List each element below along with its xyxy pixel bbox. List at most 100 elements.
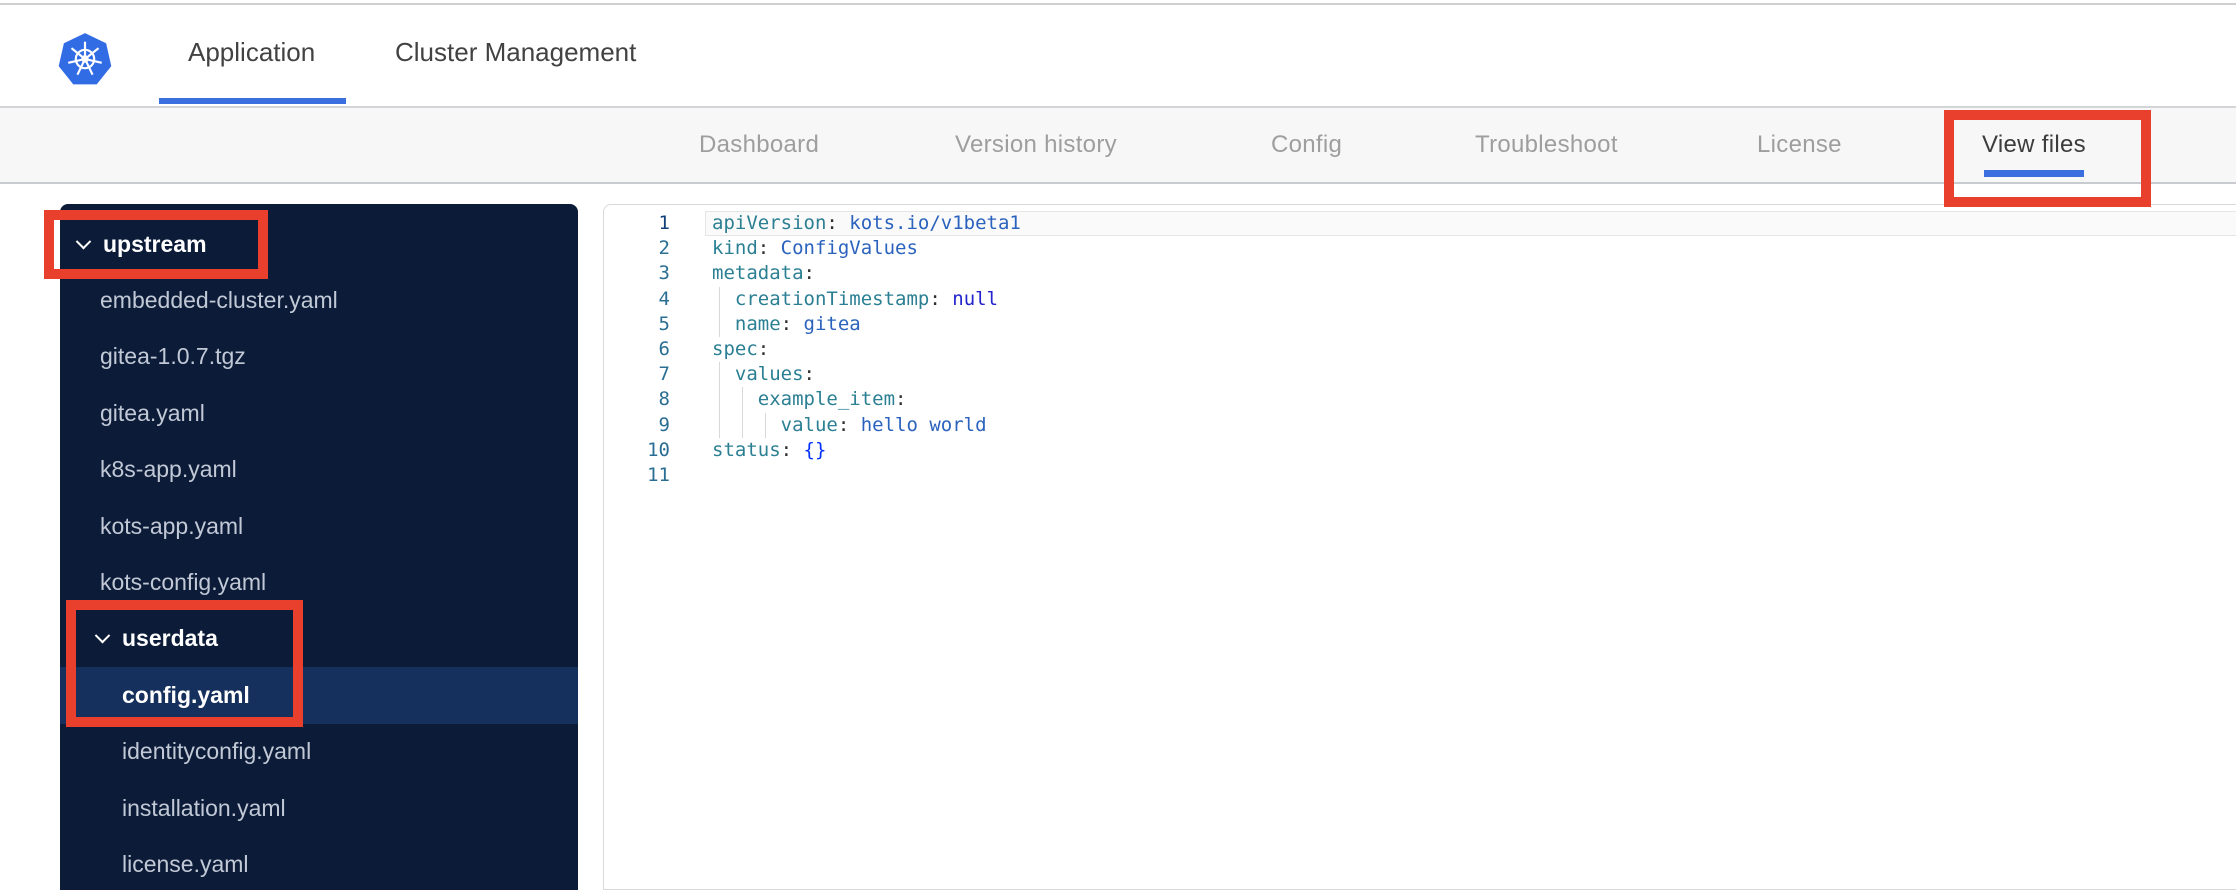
tree-item-label: upstream: [103, 230, 207, 257]
tab-cluster-management[interactable]: Cluster Management: [395, 5, 636, 99]
code-token: null: [952, 287, 999, 310]
tree-item-label: installation.yaml: [122, 794, 286, 821]
code-line: 6 spec:: [604, 337, 2236, 362]
kubernetes-logo-icon: [58, 33, 112, 85]
indent-guide: [742, 387, 743, 413]
code-line-content[interactable]: kind: ConfigValues: [705, 236, 2236, 261]
code-line-content[interactable]: apiVersion: kots.io/v1beta1: [705, 211, 2236, 237]
code-line-content[interactable]: spec:: [705, 337, 2236, 362]
tree-item-label: gitea-1.0.7.tgz: [100, 343, 246, 370]
code-line-content[interactable]: value: hello world: [705, 412, 2236, 438]
tree-file-embedded-cluster.yaml[interactable]: embedded-cluster.yaml: [60, 272, 578, 328]
line-number[interactable]: 4: [604, 287, 670, 312]
code-token: {}: [803, 438, 827, 461]
tree-file-config.yaml[interactable]: config.yaml: [60, 667, 578, 724]
code-token: ConfigValues: [780, 237, 918, 260]
tree-item-label: identityconfig.yaml: [122, 738, 312, 765]
code-line: 2 kind: ConfigValues: [604, 236, 2236, 261]
code-token: :: [895, 388, 907, 411]
line-number[interactable]: 5: [604, 312, 670, 337]
code-line: 10 status: {}: [604, 438, 2236, 463]
tab-application[interactable]: Application: [158, 5, 347, 104]
line-number[interactable]: 2: [604, 236, 670, 261]
line-number[interactable]: 8: [604, 387, 670, 412]
tree-item-label: kots-app.yaml: [100, 512, 244, 539]
code-line-content[interactable]: creationTimestamp: null: [705, 286, 2236, 312]
tree-item-label: license.yaml: [122, 850, 249, 877]
tree-folder-upstream[interactable]: upstream: [60, 216, 578, 272]
code-token: creationTimestamp: [734, 287, 930, 310]
tab-troubleshoot[interactable]: Troubleshoot: [1475, 108, 1618, 182]
code-line: 8 example_item:: [604, 387, 2236, 413]
tree-item-label: userdata: [122, 625, 218, 652]
code-token: gitea: [803, 312, 861, 335]
chevron-down-icon: [94, 628, 111, 644]
code-line-content[interactable]: [705, 463, 2236, 488]
code-token: kind: [712, 237, 758, 260]
code-token: :: [803, 363, 815, 386]
tree-file-license.yaml[interactable]: license.yaml: [60, 836, 578, 890]
indent-guide: [719, 286, 720, 312]
code-token: :: [757, 237, 781, 260]
code-token: :: [780, 438, 804, 461]
indent-guide: [765, 412, 766, 438]
tree-file-k8s-app.yaml[interactable]: k8s-app.yaml: [60, 442, 578, 498]
code-line: 4 creationTimestamp: null: [604, 286, 2236, 312]
tab-license[interactable]: License: [1757, 108, 1842, 182]
code-line-content[interactable]: status: {}: [705, 438, 2236, 463]
code-token: :: [929, 287, 953, 310]
indent-guide: [719, 362, 720, 388]
code-token: status: [712, 438, 781, 461]
line-number[interactable]: 3: [604, 261, 670, 286]
line-number[interactable]: 1: [604, 211, 670, 236]
chevron-down-icon: [75, 233, 92, 250]
code-line-content[interactable]: metadata:: [705, 261, 2236, 286]
code-token: metadata: [712, 262, 804, 285]
yaml-code-editor: 1 apiVersion: kots.io/v1beta1 2 kind: Confi…: [603, 204, 2236, 890]
code-token: kots.io/v1beta1: [849, 212, 1021, 234]
code-line: 9 value: hello world: [604, 412, 2236, 438]
code-token: apiVersion: [712, 212, 827, 234]
code-token: :: [757, 337, 770, 360]
tree-file-kots-config.yaml[interactable]: kots-config.yaml: [60, 554, 578, 610]
code-token: name: [734, 312, 781, 335]
line-number[interactable]: 11: [604, 463, 670, 488]
code-token: value: [780, 413, 838, 436]
code-token: :: [803, 262, 815, 285]
app-header: Application Cluster Management: [0, 5, 2236, 106]
tree-file-gitea.yaml[interactable]: gitea.yaml: [60, 385, 578, 441]
code-line-content[interactable]: values:: [705, 362, 2236, 388]
line-number[interactable]: 9: [604, 413, 670, 438]
kots-admin-console: Application Cluster Management Dashboard…: [0, 0, 2236, 890]
line-number[interactable]: 10: [604, 438, 670, 463]
code-line: 11: [604, 463, 2236, 488]
tree-file-identityconfig.yaml[interactable]: identityconfig.yaml: [60, 724, 578, 780]
line-number[interactable]: 6: [604, 337, 670, 362]
code-line: 7 values:: [604, 362, 2236, 388]
code-token: spec: [712, 337, 758, 360]
tab-view-files[interactable]: View files: [1982, 108, 2086, 182]
tree-file-kots-app.yaml[interactable]: kots-app.yaml: [60, 498, 578, 554]
code-line-content[interactable]: example_item:: [705, 387, 2236, 413]
code-line: 1 apiVersion: kots.io/v1beta1: [604, 211, 2236, 237]
tree-item-label: k8s-app.yaml: [100, 456, 237, 483]
line-number[interactable]: 7: [604, 362, 670, 387]
tree-item-label: gitea.yaml: [100, 399, 205, 426]
tab-config[interactable]: Config: [1271, 108, 1342, 182]
tab-version-history[interactable]: Version history: [955, 108, 1117, 182]
tree-file-gitea-1.0.7.tgz[interactable]: gitea-1.0.7.tgz: [60, 329, 578, 385]
code-line-content[interactable]: name: gitea: [705, 311, 2236, 337]
file-tree-sidebar: upstream embedded-cluster.yaml gitea-1.0.7…: [60, 204, 578, 890]
tree-file-installation.yaml[interactable]: installation.yaml: [60, 780, 578, 836]
code-line: 5 name: gitea: [604, 311, 2236, 337]
tab-dashboard[interactable]: Dashboard: [699, 108, 819, 182]
tree-item-label: kots-config.yaml: [100, 569, 267, 596]
tree-item-label: config.yaml: [122, 681, 250, 708]
indent-guide: [742, 412, 743, 438]
tree-folder-userdata[interactable]: userdata: [60, 611, 578, 667]
indent-guide: [719, 412, 720, 438]
